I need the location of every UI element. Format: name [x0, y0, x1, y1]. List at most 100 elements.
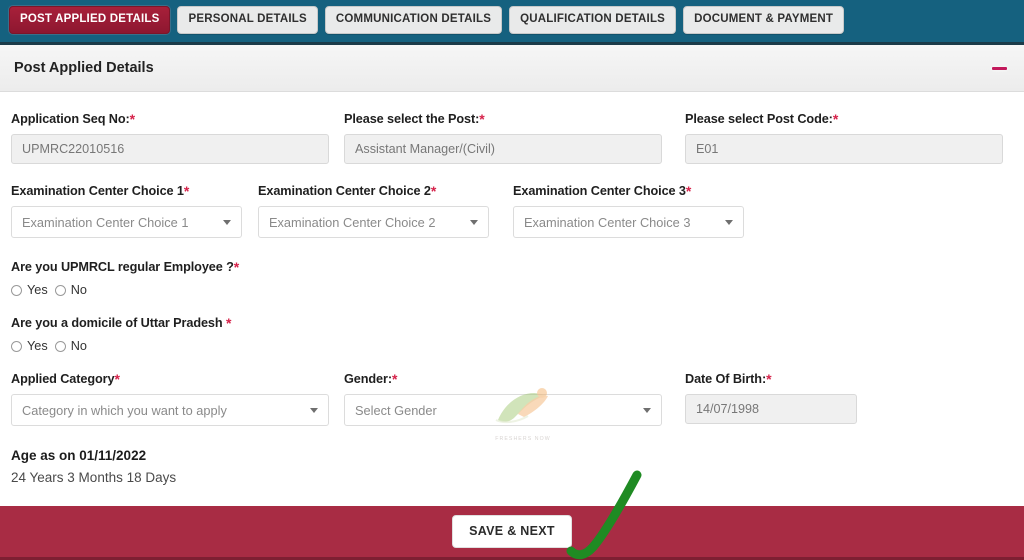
required-asterisk: *: [430, 183, 437, 199]
label-text: Applied Category: [11, 372, 115, 386]
field-post: Please select the Post:* Assistant Manag…: [341, 110, 682, 164]
radio-option-yes[interactable]: Yes: [11, 283, 48, 297]
form-row-5: Applied Category* Category in which you …: [0, 353, 1024, 426]
field-exam-center-2: Examination Center Choice 2* Examination…: [255, 182, 510, 238]
footer-bar: SAVE & NEXT: [0, 506, 1024, 560]
page-title: Post Applied Details: [14, 60, 154, 76]
field-label: Are you UPMRCL regular Employee ?*: [11, 258, 1024, 275]
field-exam-center-1: Examination Center Choice 1* Examination…: [0, 182, 255, 238]
field-applied-category: Applied Category* Category in which you …: [0, 370, 341, 426]
exam-center-3-select[interactable]: Examination Center Choice 3: [513, 206, 744, 238]
radio-option-no[interactable]: No: [54, 283, 87, 297]
tab-label: COMMUNICATION DETAILS: [335, 13, 492, 25]
select-value: Category in which you want to apply: [22, 402, 227, 418]
form-row-1: Application Seq No:* UPMRC22010516 Pleas…: [0, 92, 1024, 164]
radio-label-no: No: [70, 339, 87, 353]
field-label: Date Of Birth:*: [685, 370, 1012, 387]
field-upmrcl-employee: Are you UPMRCL regular Employee ?* Yes N…: [0, 238, 1024, 297]
dob-input[interactable]: 14/07/1998: [685, 394, 857, 424]
field-label: Examination Center Choice 3*: [513, 182, 765, 199]
tab-label: QUALIFICATION DETAILS: [520, 13, 666, 25]
label-text: Please select Post Code:: [685, 112, 833, 126]
field-gender: Gender:* Select Gender: [341, 370, 682, 426]
radio-yes[interactable]: [11, 284, 22, 296]
label-text: Application Seq No:: [11, 112, 130, 126]
radio-no[interactable]: [54, 340, 66, 352]
tab-post-applied-details[interactable]: POST APPLIED DETAILS: [9, 6, 171, 34]
field-label: Examination Center Choice 2*: [258, 182, 510, 199]
radio-group-upmrcl-employee: Yes No: [11, 283, 1024, 297]
tab-bar: POST APPLIED DETAILS PERSONAL DETAILS CO…: [0, 0, 1024, 45]
select-value: Select Gender: [355, 402, 437, 418]
field-label: Are you a domicile of Uttar Pradesh *: [11, 314, 1024, 331]
chevron-down-icon: [223, 220, 231, 225]
select-value: Examination Center Choice 2: [269, 214, 436, 230]
radio-label-yes: Yes: [27, 283, 48, 297]
chevron-down-icon: [725, 220, 733, 225]
minus-icon[interactable]: [990, 59, 1008, 77]
form-row-2: Examination Center Choice 1* Examination…: [0, 164, 1024, 238]
required-asterisk: *: [766, 371, 772, 387]
age-value: 24 Years 3 Months 18 Days: [11, 470, 177, 485]
field-dob: Date Of Birth:* 14/07/1998: [682, 370, 1012, 426]
radio-group-domicile-up: Yes No: [11, 339, 1024, 353]
tab-document-payment[interactable]: DOCUMENT & PAYMENT: [683, 6, 845, 34]
required-asterisk: *: [129, 111, 135, 127]
form-body: Application Seq No:* UPMRC22010516 Pleas…: [0, 92, 1024, 560]
age-block: Age as on 01/11/2022 24 Years 3 Months 1…: [0, 426, 1024, 485]
required-asterisk: *: [685, 183, 692, 199]
field-exam-center-3: Examination Center Choice 3* Examination…: [510, 182, 765, 238]
label-text: Examination Center Choice 1: [11, 184, 184, 198]
label-text: Are you a domicile of Uttar Pradesh: [11, 316, 223, 330]
tab-communication-details[interactable]: COMMUNICATION DETAILS: [324, 6, 503, 34]
field-label: Gender:*: [344, 370, 682, 387]
required-asterisk: *: [391, 371, 398, 387]
label-text: Examination Center Choice 2: [258, 184, 431, 198]
post-code-input[interactable]: E01: [685, 134, 1003, 164]
tab-label: POST APPLIED DETAILS: [20, 13, 160, 25]
post-input[interactable]: Assistant Manager/(Civil): [344, 134, 662, 164]
field-label: Please select the Post:*: [344, 110, 682, 127]
required-asterisk: *: [832, 111, 839, 127]
tab-label: PERSONAL DETAILS: [188, 13, 307, 25]
minus-icon-bar: [991, 66, 1007, 70]
required-asterisk: *: [479, 111, 485, 127]
label-text: Examination Center Choice 3: [513, 184, 686, 198]
chevron-down-icon: [310, 408, 318, 413]
radio-option-yes[interactable]: Yes: [11, 339, 48, 353]
required-asterisk: *: [114, 371, 120, 387]
radio-yes[interactable]: [11, 340, 22, 352]
required-asterisk: *: [233, 259, 240, 275]
label-text: Gender:: [344, 372, 392, 386]
exam-center-2-select[interactable]: Examination Center Choice 2: [258, 206, 489, 238]
chevron-down-icon: [643, 408, 651, 413]
field-label: Applied Category*: [11, 370, 341, 387]
gender-select[interactable]: Select Gender: [344, 394, 662, 426]
field-application-seq-no: Application Seq No:* UPMRC22010516: [0, 110, 341, 164]
label-text: Date Of Birth:: [685, 372, 767, 386]
radio-label-no: No: [70, 283, 87, 297]
label-text: Are you UPMRCL regular Employee ?: [11, 260, 234, 274]
field-label: Examination Center Choice 1*: [11, 182, 255, 199]
panel-header: Post Applied Details: [0, 45, 1024, 92]
tab-personal-details[interactable]: PERSONAL DETAILS: [177, 6, 318, 34]
age-heading: Age as on 01/11/2022: [11, 448, 147, 463]
required-asterisk: *: [225, 315, 232, 331]
tab-qualification-details[interactable]: QUALIFICATION DETAILS: [509, 6, 677, 34]
field-label: Please select Post Code:*: [685, 110, 1012, 127]
radio-label-yes: Yes: [27, 339, 48, 353]
application-seq-no-input[interactable]: UPMRC22010516: [11, 134, 329, 164]
field-post-code: Please select Post Code:* E01: [682, 110, 1012, 164]
select-value: Examination Center Choice 3: [524, 214, 691, 230]
radio-no[interactable]: [54, 284, 66, 296]
tab-label: DOCUMENT & PAYMENT: [694, 13, 834, 25]
required-asterisk: *: [183, 183, 190, 199]
field-label: Application Seq No:*: [11, 110, 341, 127]
field-domicile-up: Are you a domicile of Uttar Pradesh * Ye…: [0, 297, 1024, 353]
chevron-down-icon: [470, 220, 478, 225]
label-text: Please select the Post:: [344, 112, 480, 126]
applied-category-select[interactable]: Category in which you want to apply: [11, 394, 329, 426]
exam-center-1-select[interactable]: Examination Center Choice 1: [11, 206, 242, 238]
radio-option-no[interactable]: No: [54, 339, 87, 353]
save-and-next-button[interactable]: SAVE & NEXT: [452, 515, 572, 548]
